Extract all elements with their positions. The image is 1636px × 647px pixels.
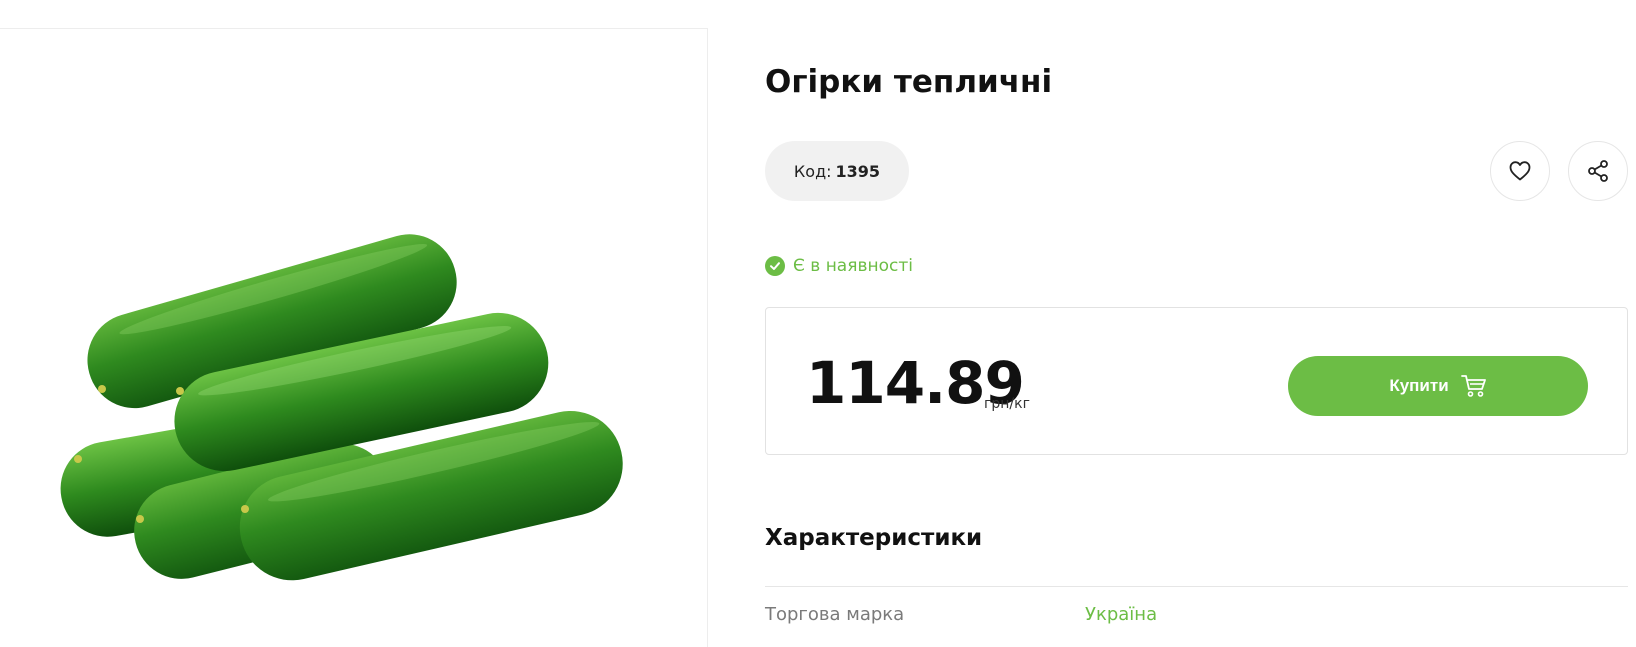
- product-info: Огірки тепличні Код: 1395 Є в наявності: [765, 0, 1636, 647]
- share-icon: [1588, 160, 1608, 182]
- price-box: 114.89 грн/кг Купити: [765, 307, 1628, 455]
- heart-icon: [1509, 161, 1531, 181]
- price-unit: грн/кг: [984, 396, 1030, 412]
- availability-status: Є в наявності: [765, 255, 913, 277]
- product-title: Огірки тепличні: [765, 64, 1053, 100]
- product-code-value: 1395: [835, 161, 881, 181]
- share-button[interactable]: [1568, 141, 1628, 201]
- favorite-button[interactable]: [1490, 141, 1550, 201]
- column-divider: [707, 28, 708, 647]
- spec-divider: [765, 586, 1628, 587]
- product-code-badge: Код: 1395: [765, 141, 909, 201]
- buy-button[interactable]: Купити: [1288, 356, 1588, 416]
- product-gallery: [0, 29, 707, 647]
- product-code-label: Код:: [793, 161, 832, 181]
- characteristics-title: Характеристики: [765, 525, 983, 551]
- spec-value-brand-link[interactable]: Україна: [1085, 604, 1157, 625]
- check-circle-icon: [765, 256, 785, 276]
- product-page: Огірки тепличні Код: 1395 Є в наявності: [0, 0, 1636, 647]
- availability-text: Є в наявності: [793, 256, 913, 276]
- buy-button-label: Купити: [1389, 376, 1449, 395]
- spec-label-brand: Торгова марка: [765, 604, 905, 625]
- product-image[interactable]: [20, 179, 630, 619]
- cart-icon: [1460, 375, 1486, 397]
